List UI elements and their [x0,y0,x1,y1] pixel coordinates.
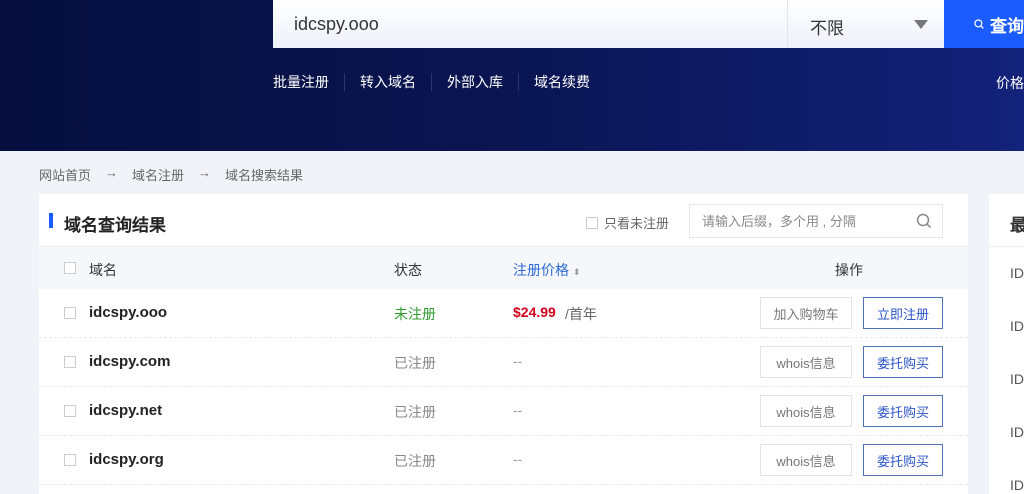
domain-status: 已注册 [394,404,436,420]
side-item[interactable]: ID [1010,371,1024,387]
whois-button[interactable]: whois信息 [760,395,852,427]
whois-button[interactable]: whois信息 [760,346,852,378]
domain-price: -- [513,402,523,418]
domain-status: 已注册 [394,453,436,469]
only-unregistered-toggle[interactable]: 只看未注册 [586,213,669,232]
title-accent [49,213,53,228]
table-row: idcspy.org 已注册 -- whois信息 委托购买 [39,436,968,485]
nav-renew[interactable]: 域名续费 [518,73,605,91]
header-nav: 批量注册 转入域名 外部入库 域名续费 [273,73,605,91]
row-checkbox[interactable] [64,307,76,319]
domain-name: idcspy.org [89,451,164,468]
row-checkbox[interactable] [64,454,76,466]
domain-name: idcspy.net [89,402,163,419]
search-icon [974,19,984,29]
domain-search-input[interactable] [273,0,787,48]
domain-status: 未注册 [394,306,436,322]
checkbox[interactable] [586,216,598,229]
nav-bulk-register[interactable]: 批量注册 [273,73,344,91]
breadcrumb: 网站首页 → 域名注册 → 域名搜索结果 [39,165,303,184]
domain-price: $24.99 [513,304,556,320]
add-to-cart-button[interactable]: 加入购物车 [760,297,852,329]
header-price-sort[interactable]: 注册价格 ⬍ [513,260,580,280]
suffix-filter-input[interactable] [690,205,900,237]
breadcrumb-home[interactable]: 网站首页 [39,165,91,184]
suffix-select-value: 不限 [810,19,844,38]
header-domain: 域名 [89,262,117,278]
side-item[interactable]: ID [1010,318,1024,334]
side-item[interactable]: ID [1010,265,1024,281]
domain-search: 不限 [273,0,944,48]
domain-price: -- [513,451,523,467]
register-now-button[interactable]: 立即注册 [863,297,943,329]
caret-down-icon [914,20,928,29]
nav-price[interactable]: 价格 [996,73,1024,93]
side-title: 最 [1010,216,1024,235]
table-row: idcspy.ooo 未注册 $24.99 /首年 加入购物车 立即注册 [39,289,968,338]
row-checkbox[interactable] [64,356,76,368]
broker-buy-button[interactable]: 委托购买 [863,395,943,427]
header-ops: 操作 [835,262,863,278]
suffix-select[interactable]: 不限 [787,0,944,48]
suffix-filter [689,204,943,238]
breadcrumb-current: 域名搜索结果 [225,168,304,183]
search-button[interactable]: 查询 [944,0,1024,48]
sort-icon: ⬍ [572,267,581,277]
domain-name: idcspy.ooo [89,304,168,321]
broker-buy-button[interactable]: 委托购买 [863,444,943,476]
broker-buy-button[interactable]: 委托购买 [863,346,943,378]
search-icon[interactable] [916,213,932,229]
whois-button[interactable]: whois信息 [760,444,852,476]
breadcrumb-arrow: → [198,165,212,180]
side-panel: 最 ID ID ID ID ID [989,194,1024,494]
nav-external-import[interactable]: 外部入库 [431,73,518,91]
domain-price: -- [513,353,523,369]
nav-transfer-in[interactable]: 转入域名 [344,73,431,91]
table-row: idcspy.net 已注册 -- whois信息 委托购买 [39,387,968,436]
header: 不限 查询 批量注册 转入域名 外部入库 域名续费 价格 [0,0,1024,151]
price-unit: /首年 [565,306,597,322]
domain-name: idcspy.com [89,353,171,370]
domain-status: 已注册 [394,355,436,371]
breadcrumb-register[interactable]: 域名注册 [132,165,184,184]
row-checkbox[interactable] [64,405,76,417]
breadcrumb-arrow: → [105,165,119,180]
results-title: 域名查询结果 [64,216,166,235]
header-status: 状态 [394,262,422,278]
select-all-checkbox[interactable] [64,262,76,274]
table-header: 域名 状态 注册价格 ⬍ 操作 [39,246,968,289]
side-item[interactable]: ID [1010,424,1024,440]
results-card: 域名查询结果 只看未注册 域名 状态 注册价格 ⬍ 操作 idcspy.ooo … [39,194,968,494]
table-row: idcspy.com 已注册 -- whois信息 委托购买 [39,338,968,387]
